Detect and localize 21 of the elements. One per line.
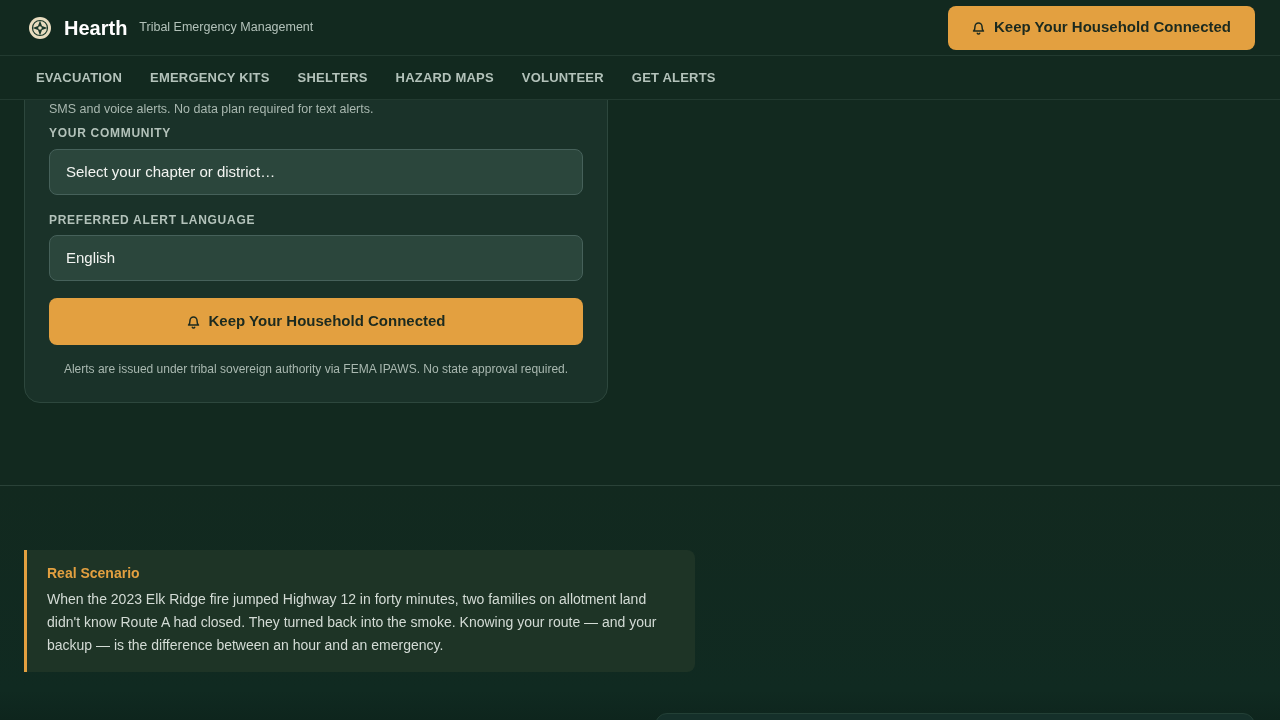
field-label: YOUR COMMUNITY (49, 125, 173, 141)
tagline: Tribal Emergency Management (139, 19, 314, 37)
nav-link[interactable]: HAZARD MAPS (395, 67, 494, 88)
scenario-text: When the 2023 Elk Ridge fire jumped Highway 12 in forty minutes, two families on allotment land didn't know Route A had closed. They turned back into the smoke. Knowing your route — and your backup — is the difference between an hour and an emergency. (47, 590, 658, 655)
nav-link[interactable]: VOLUNTEER (521, 67, 604, 88)
nav-link[interactable]: EMERGENCY KITS (150, 67, 270, 88)
form-note: SMS and voice alerts. No data plan required for text alerts. (49, 102, 375, 116)
alerts-signup-button[interactable]: Keep Your Household Connected (948, 5, 1255, 50)
select-field[interactable]: Select your chapter or district… (49, 149, 583, 195)
brand-name[interactable]: Hearth (64, 15, 128, 40)
bell-icon (972, 20, 986, 35)
logo-icon (29, 16, 51, 39)
authority-footnote: Alerts are issued under tribal sovereign authority via FEMA IPAWS. No state approval required. (62, 361, 570, 378)
nav-link[interactable]: EVACUATION (36, 67, 123, 88)
nav-link[interactable]: GET ALERTS (631, 67, 716, 88)
field-label: PREFERRED ALERT LANGUAGE (49, 212, 257, 228)
bell-icon (186, 314, 200, 329)
select-field[interactable]: English (49, 235, 583, 281)
scenario-title: Real Scenario (47, 564, 141, 582)
nav-link[interactable]: SHELTERS (297, 67, 368, 88)
submit-button[interactable]: Keep Your Household Connected (49, 298, 583, 345)
